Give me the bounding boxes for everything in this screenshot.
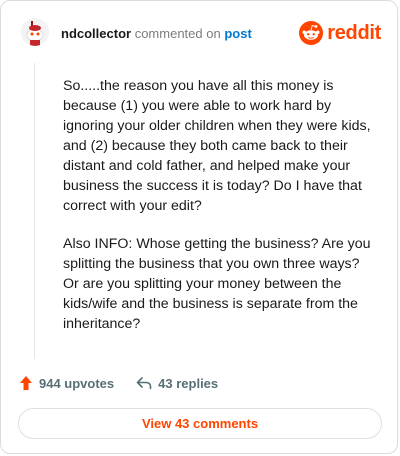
reply-stat[interactable]: 43 replies [136,376,218,391]
reply-count: 43 replies [158,375,219,391]
brand-wordmark: reddit [327,21,381,44]
upvote-arrow-icon [20,376,32,390]
reply-arrow-icon [136,377,152,390]
action-text: commented on [134,26,221,41]
comment-body: So.....the reason you have all this mone… [63,76,379,352]
comment-footer: 944 upvotes 43 replies [19,373,218,393]
comment-paragraph-2: Also INFO: Whose getting the business? A… [63,236,371,332]
upvote-stat[interactable]: 944 upvotes [19,375,114,391]
post-link[interactable]: post [224,26,251,41]
thread-line [34,63,35,359]
reddit-brand[interactable]: reddit [299,21,381,45]
snoo-avatar-icon[interactable] [21,18,49,46]
comment-card: ndcollector commented on post reddit So.… [0,0,398,454]
comment-paragraph-1: So.....the reason you have all this mone… [63,78,371,214]
upvote-count: 944 upvotes [39,375,115,391]
reddit-logo-icon [299,21,324,45]
comment-header: ndcollector commented on post reddit [1,1,397,63]
comment-meta: ndcollector commented on post [61,26,252,42]
view-comments-button[interactable]: View 43 comments [18,408,382,439]
username[interactable]: ndcollector [61,26,131,41]
